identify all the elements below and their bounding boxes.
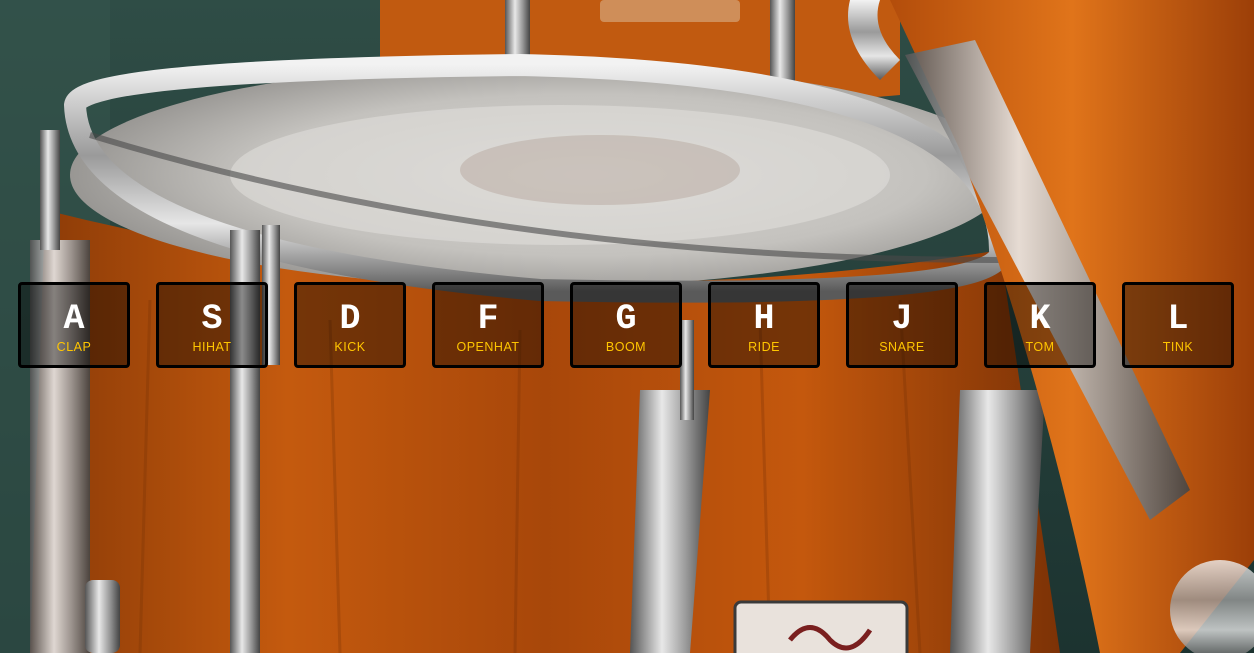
sound-label: HIHAT [192, 340, 232, 354]
sound-label: KICK [334, 340, 366, 354]
sound-label: TOM [1025, 340, 1055, 354]
sound-label: RIDE [748, 340, 780, 354]
sound-label: CLAP [56, 340, 92, 354]
drum-key-openhat[interactable]: F OPENHAT [432, 282, 544, 368]
key-letter: K [1029, 299, 1051, 339]
key-letter: S [201, 299, 223, 339]
drum-key-tink[interactable]: L TINK [1122, 282, 1234, 368]
key-letter: F [477, 299, 499, 339]
key-letter: A [63, 299, 85, 339]
key-letter: L [1167, 299, 1189, 339]
drum-key-kick[interactable]: D KICK [294, 282, 406, 368]
drum-key-hihat[interactable]: S HIHAT [156, 282, 268, 368]
sound-label: SNARE [879, 340, 925, 354]
key-letter: J [891, 299, 913, 339]
sound-label: BOOM [605, 340, 647, 354]
drum-key-ride[interactable]: H RIDE [708, 282, 820, 368]
sound-label: TINK [1162, 340, 1194, 354]
drum-key-clap[interactable]: A CLAP [18, 282, 130, 368]
key-letter: G [615, 299, 637, 339]
drum-key-boom[interactable]: G BOOM [570, 282, 682, 368]
key-letter: H [753, 299, 775, 339]
drum-key-tom[interactable]: K TOM [984, 282, 1096, 368]
drum-key-snare[interactable]: J SNARE [846, 282, 958, 368]
sound-label: OPENHAT [456, 340, 520, 354]
key-letter: D [339, 299, 361, 339]
drum-keys-row: A CLAP S HIHAT D KICK F OPENHAT G BOOM H… [0, 282, 1254, 374]
